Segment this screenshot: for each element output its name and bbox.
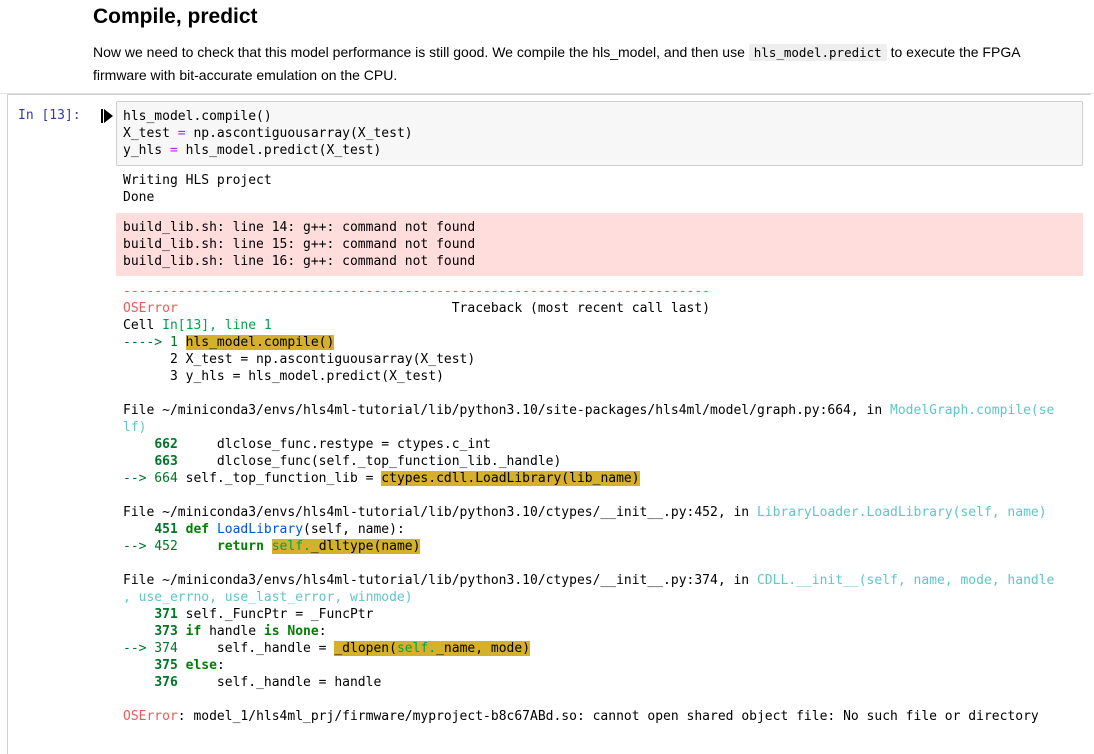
stderr-output: build_lib.sh: line 14: g++: command not … — [116, 213, 1083, 276]
self-token: self. — [396, 641, 437, 656]
frame-line: dlclose_func.restype = ctypes.c_int — [177, 437, 491, 452]
frame-line: self._handle = — [177, 641, 335, 656]
line-number: 451 — [154, 522, 178, 537]
traceback-separator: ----------------------------------------… — [123, 284, 710, 299]
frame-line: (self, name): — [303, 522, 405, 537]
line-number: 663 — [154, 454, 178, 469]
keyword: if — [185, 624, 202, 639]
highlighted-code: ctypes.cdll.LoadLibrary(lib_name) — [381, 471, 640, 486]
run-cell-icon[interactable] — [101, 109, 113, 123]
stderr-text: build_lib.sh: line 14: g++: command not … — [123, 219, 475, 270]
line-number: 662 — [154, 437, 178, 452]
markdown-paragraph: Now we need to check that this model per… — [93, 41, 1053, 86]
frame-line: self._FuncPtr = _FuncPtr — [177, 607, 374, 622]
self-token: self. — [271, 539, 311, 554]
keyword: else — [185, 658, 217, 673]
frame-arrow: --> 374 — [123, 641, 178, 656]
frame-file-path[interactable]: File ~/miniconda3/envs/hls4ml-tutorial/l… — [123, 403, 890, 418]
frame-line: 3 y_hls = hls_model.predict(X_test) — [123, 369, 444, 384]
traceback-label: Traceback (most recent call last) — [451, 301, 711, 316]
line-number: 373 — [154, 624, 178, 639]
code-op: = — [177, 126, 186, 141]
input-prompt: In [13]: — [18, 108, 81, 123]
highlighted-rest: _name, mode) — [436, 641, 531, 656]
highlighted-part: _dlopen( — [334, 641, 397, 656]
keyword: return — [216, 539, 264, 554]
stderr-line: build_lib.sh: line 16: g++: command not … — [123, 254, 476, 269]
code-line-3a: y_hls — [123, 143, 170, 158]
cell-ref-link[interactable]: In[13], line 1 — [162, 318, 272, 333]
frame-arrow: --> 452 — [123, 539, 178, 554]
stderr-line: build_lib.sh: line 14: g++: command not … — [123, 220, 476, 235]
para-text: Now we need to check that this model per… — [93, 44, 749, 60]
keyword: None — [287, 624, 319, 639]
frame-line: dlclose_func(self._top_function_lib._han… — [177, 454, 562, 469]
code-line-2a: X_test — [123, 126, 178, 141]
stdout-line: Writing HLS project — [123, 173, 272, 188]
highlighted-code: self._dlltype(name) — [271, 539, 421, 554]
code-line-3b: hls_model.predict(X_test) — [177, 143, 382, 158]
traceback-output: ----------------------------------------… — [123, 283, 1054, 725]
function-name: LoadLibrary — [216, 522, 304, 537]
code-text: hls_model.compile() X_test = np.ascontig… — [123, 108, 413, 159]
frame-arrow: ----> 1 — [123, 335, 186, 350]
keyword: is — [263, 624, 280, 639]
frame-line: self._handle = handle — [177, 675, 382, 690]
final-error-type: OSError — [123, 709, 178, 724]
frame-function-cont: lf) — [123, 420, 147, 435]
code-line-1: hls_model.compile() — [123, 109, 272, 124]
highlighted-code: _dlopen(self._name, mode) — [334, 641, 531, 656]
frame-function: CDLL.__init__(self, name, mode, handle — [756, 573, 1055, 588]
markdown-cell[interactable]: Compile, predict Now we need to check th… — [0, 0, 1094, 94]
stdout-output: Writing HLS project Done — [123, 172, 272, 206]
frame-line: 2 X_test = np.ascontiguousarray(X_test) — [123, 352, 476, 367]
code-editor[interactable]: hls_model.compile() X_test = np.ascontig… — [116, 101, 1083, 166]
code-op: = — [169, 143, 178, 158]
section-heading: Compile, predict — [93, 5, 258, 28]
frame-line: handle — [201, 624, 264, 639]
punct: : — [216, 658, 225, 673]
line-number: 371 — [154, 607, 178, 622]
frame-arrow: --> 664 — [123, 471, 178, 486]
cell-ref-prefix: Cell — [123, 318, 163, 333]
frame-file-path[interactable]: File ~/miniconda3/envs/hls4ml-tutorial/l… — [123, 505, 757, 520]
punct: : — [318, 624, 327, 639]
error-type: OSError — [123, 301, 178, 316]
stderr-line: build_lib.sh: line 15: g++: command not … — [123, 237, 476, 252]
frame-function: LibraryLoader.LoadLibrary(self, name) — [756, 505, 1047, 520]
code-cell[interactable]: In [13]: hls_model.compile() X_test = np… — [0, 94, 1094, 754]
code-line-2b: np.ascontiguousarray(X_test) — [185, 126, 413, 141]
frame-file-path[interactable]: File ~/miniconda3/envs/hls4ml-tutorial/l… — [123, 573, 757, 588]
highlighted-code: hls_model.compile() — [185, 335, 335, 350]
frame-line: self._top_function_lib = — [177, 471, 382, 486]
frame-function: ModelGraph.compile(se — [890, 403, 1055, 418]
inline-code: hls_model.predict — [748, 44, 887, 61]
stdout-line: Done — [123, 190, 155, 205]
highlighted-rest: _dlltype(name) — [310, 539, 421, 554]
keyword: def — [185, 522, 210, 537]
line-number: 376 — [154, 675, 178, 690]
final-error-message: : model_1/hls4ml_prj/firmware/myproject-… — [177, 709, 1039, 724]
frame-function-cont: , use_errno, use_last_error, winmode) — [123, 590, 413, 605]
line-number: 375 — [154, 658, 178, 673]
